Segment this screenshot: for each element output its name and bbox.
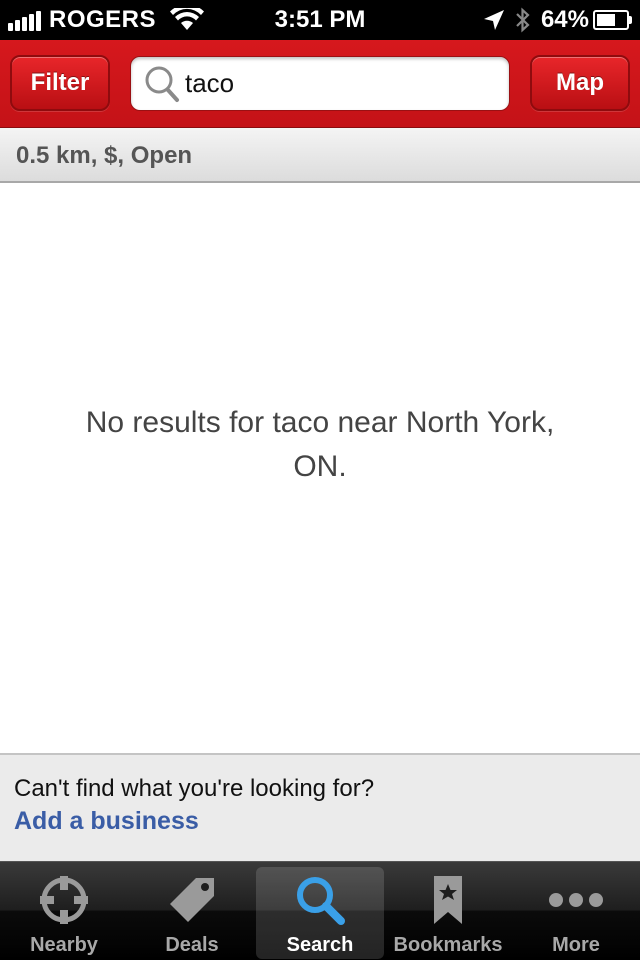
status-left: ROGERS (8, 0, 205, 40)
tab-deals[interactable]: Deals (128, 862, 256, 960)
bluetooth-icon (516, 7, 530, 33)
map-button[interactable]: Map (530, 55, 630, 111)
no-results-message: No results for taco near North York, ON. (85, 406, 555, 483)
search-icon (297, 877, 345, 925)
tab-label: Nearby (30, 934, 98, 956)
battery-icon (593, 10, 632, 30)
crosshair-icon (40, 876, 88, 924)
location-arrow-icon (483, 10, 504, 30)
bookmark-icon (434, 876, 462, 924)
search-header: Filter Map (0, 40, 640, 128)
search-input[interactable] (185, 63, 485, 104)
battery-percent: 64% (540, 6, 589, 33)
tab-more[interactable]: More (512, 862, 640, 960)
add-business-prompt: Can't find what you're looking for? Add … (0, 753, 640, 861)
filter-summary[interactable]: 0.5 km, $, Open (0, 128, 640, 183)
tab-label: More (552, 934, 600, 956)
add-business-link[interactable]: Add a business (14, 805, 640, 837)
tab-nearby[interactable]: Nearby (0, 862, 128, 960)
prompt-text: Can't find what you're looking for? (14, 775, 375, 802)
tab-label: Bookmarks (393, 934, 503, 956)
wifi-icon (170, 8, 205, 30)
signal-icon (8, 9, 43, 31)
tab-bar: Nearby Deals Search Bookmarks More (0, 861, 640, 960)
tag-icon (170, 878, 214, 922)
more-icon (549, 893, 603, 907)
status-bar: ROGERS 3:51 PM 64% (0, 0, 640, 40)
search-box[interactable] (130, 56, 510, 111)
filter-button[interactable]: Filter (10, 55, 110, 111)
battery-fill (597, 14, 615, 26)
carrier-name: ROGERS (49, 6, 157, 33)
tab-label: Search (286, 934, 354, 956)
results-area: No results for taco near North York, ON. (0, 185, 640, 753)
tab-bookmarks[interactable]: Bookmarks (384, 862, 512, 960)
search-icon (145, 66, 179, 102)
tab-label: Deals (165, 934, 219, 956)
tab-search[interactable]: Search (256, 867, 384, 959)
status-right: 64% (483, 0, 632, 40)
